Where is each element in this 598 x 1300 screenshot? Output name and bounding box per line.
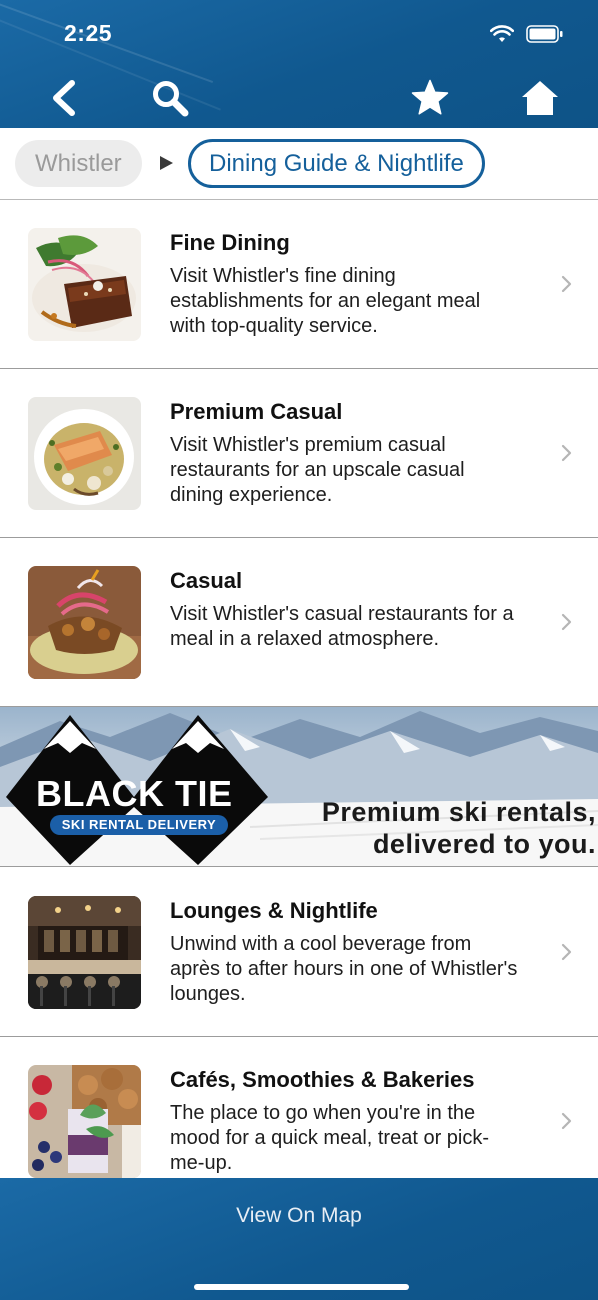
cafes-thumbnail: [28, 1065, 141, 1178]
back-button[interactable]: [44, 78, 84, 118]
list-item-title: Fine Dining: [170, 230, 290, 255]
favorites-button[interactable]: [410, 78, 450, 118]
ad-subtitle: SKI RENTAL DELIVERY: [50, 815, 228, 835]
home-button[interactable]: [520, 78, 560, 118]
home-icon: [522, 81, 558, 115]
list-item-description: Visit Whistler's fine dining establishme…: [170, 265, 481, 337]
ad-tagline-line1: Premium ski rentals,: [321, 797, 596, 827]
view-on-map-button[interactable]: View On Map: [0, 1204, 598, 1228]
status-icons: [490, 24, 564, 44]
app-header: 2:25: [0, 0, 598, 128]
list-item-lounges-nightlife[interactable]: Lounges & Nightlife Unwind with a cool b…: [0, 868, 598, 1037]
list-item-fine-dining[interactable]: Fine Dining Visit Whistler's fine dining…: [0, 200, 598, 369]
chevron-right-icon: [561, 613, 572, 631]
list-item-title: Premium Casual: [170, 399, 343, 424]
breadcrumb: Whistler Dining Guide & Nightlife: [0, 128, 598, 200]
chevron-left-icon: [53, 80, 75, 116]
breadcrumb-separator-icon: [160, 156, 173, 170]
status-time: 2:25: [64, 20, 113, 46]
list-item-description: Visit Whistler's premium casual restaura…: [170, 434, 465, 506]
lounges-nightlife-thumbnail: [28, 896, 141, 1009]
list-item-description: Unwind with a cool beverage from après t…: [170, 933, 518, 1005]
ad-brand: BLACK TIE: [36, 773, 233, 814]
list-item-premium-casual[interactable]: Premium Casual Visit Whistler's premium …: [0, 369, 598, 538]
star-icon: [411, 79, 449, 115]
chevron-right-icon: [561, 275, 572, 293]
ad-banner[interactable]: BLACK TIE SKI RENTAL DELIVERY Premium sk…: [0, 707, 598, 867]
footer-bar: View On Map: [0, 1178, 598, 1300]
fine-dining-thumbnail: [28, 228, 141, 341]
chevron-right-icon: [561, 943, 572, 961]
breadcrumb-current[interactable]: Dining Guide & Nightlife: [188, 139, 485, 188]
list-item-title: Cafés, Smoothies & Bakeries: [170, 1067, 475, 1092]
home-indicator[interactable]: [194, 1284, 409, 1290]
search-button[interactable]: [150, 78, 190, 118]
list-item-description: Visit Whistler's casual restaurants for …: [170, 603, 514, 650]
list-item-description: The place to go when you're in the mood …: [170, 1102, 490, 1174]
casual-thumbnail: [28, 566, 141, 679]
breadcrumb-root[interactable]: Whistler: [15, 140, 142, 187]
list-item-title: Lounges & Nightlife: [170, 898, 378, 923]
wifi-icon: [490, 25, 514, 42]
list-item-casual[interactable]: Casual Visit Whistler's casual restauran…: [0, 538, 598, 707]
ad-tagline-line2: delivered to you.: [372, 829, 596, 859]
search-icon: [153, 81, 189, 117]
premium-casual-thumbnail: [28, 397, 141, 510]
list-item-title: Casual: [170, 568, 243, 593]
battery-icon: [526, 25, 563, 43]
chevron-right-icon: [561, 444, 572, 462]
chevron-right-icon: [561, 1112, 572, 1130]
